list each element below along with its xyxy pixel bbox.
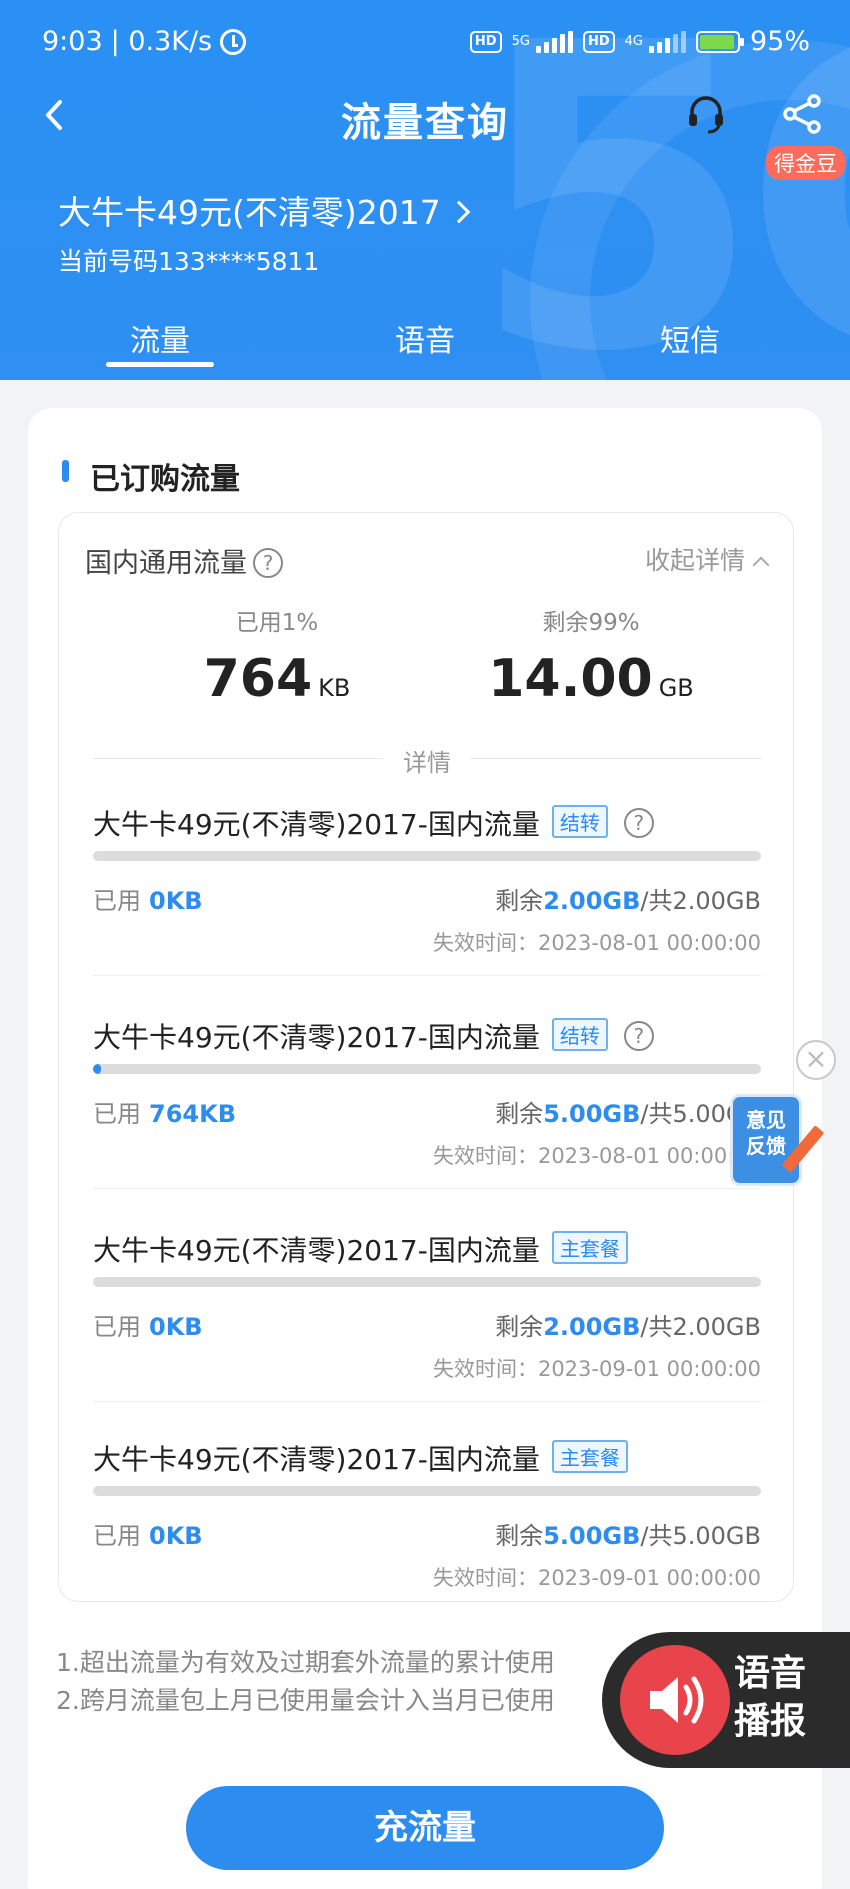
expire-time: 失效时间：2023-08-01 00:00:00 xyxy=(432,931,761,955)
usage-progress-bar xyxy=(93,1486,761,1496)
tab-data[interactable]: 流量 xyxy=(70,316,250,360)
domestic-data-panel: 国内通用流量? 收起详情 已用1% 764 KB 剩余99% 14.00 GB 详情… xyxy=(58,512,794,1602)
header: 5G 9:03 | 0.3K/s HD 5G HD 4G 95% 流量查询 xyxy=(0,0,850,380)
battery-percent: 95% xyxy=(749,26,810,57)
status-time: 9:03 xyxy=(42,26,103,57)
chevron-up-icon xyxy=(752,556,770,574)
usage-progress-bar xyxy=(93,1277,761,1287)
alarm-icon xyxy=(220,28,247,55)
used-amount: 已用 764KB xyxy=(93,1100,236,1128)
usage-progress-bar xyxy=(93,1064,761,1074)
remaining-amount: 剩余2.00GB/共2.00GB xyxy=(495,887,761,915)
list-item: 大牛卡49元(不清零)2017-国内流量 主套餐 已用 0KB 剩余2.00GB/共… xyxy=(93,1229,761,1402)
collapse-details-button[interactable]: 收起详情 xyxy=(645,541,770,577)
speaker-icon xyxy=(620,1645,730,1755)
status-speed: | 0.3K/s xyxy=(110,26,213,57)
tab-bar: 流量 语音 短信 xyxy=(0,310,850,370)
coin-badge[interactable]: 得金豆 xyxy=(766,146,845,180)
remaining-amount: 剩余5.00GB/共5.00GB xyxy=(495,1522,761,1550)
chevron-right-icon xyxy=(447,200,471,224)
list-item: 大牛卡49元(不清零)2017-国内流量 结转? 已用 764KB 剩余5.00GB… xyxy=(93,1016,761,1189)
plan-name[interactable]: 大牛卡49元(不清零)2017 xyxy=(58,186,471,234)
divider xyxy=(93,1188,761,1189)
remaining-value: 14.00 GB xyxy=(488,649,694,709)
expire-time: 失效时间：2023-09-01 00:00:00 xyxy=(432,1566,761,1590)
section-title: 已订购流量 xyxy=(90,462,240,497)
usage-progress-bar xyxy=(93,851,761,861)
notes: 1.超出流量为有效及过期套外流量的累计使用 2.跨月流量包上月已使用量会计入当月… xyxy=(56,1644,555,1720)
signal-icon xyxy=(535,30,573,53)
used-amount: 已用 0KB xyxy=(93,887,203,915)
active-tab-indicator xyxy=(106,362,214,367)
item-title: 大牛卡49元(不清零)2017-国内流量 xyxy=(93,1021,540,1054)
signal-icon xyxy=(648,30,686,53)
status-bar: 9:03 | 0.3K/s HD 5G HD 4G 95% xyxy=(0,22,850,66)
panel-title: 国内通用流量? xyxy=(85,541,283,580)
current-number: 当前号码133****5811 xyxy=(58,247,320,276)
recharge-data-button[interactable]: 充流量 xyxy=(186,1786,664,1870)
used-amount: 已用 0KB xyxy=(93,1313,203,1341)
details-label: 详情 xyxy=(403,749,451,777)
used-label: 已用1% xyxy=(235,610,319,636)
used-stat: 已用1% 764 KB xyxy=(127,603,427,709)
expire-time: 失效时间：2023-09-01 00:00:00 xyxy=(432,1357,761,1381)
feedback-button[interactable]: 意见 反馈 xyxy=(730,1094,825,1186)
tab-sms[interactable]: 短信 xyxy=(600,316,780,360)
item-title: 大牛卡49元(不清零)2017-国内流量 xyxy=(93,1443,540,1476)
network-type: 4G xyxy=(624,34,643,49)
carryover-tag: 结转 xyxy=(551,1018,608,1051)
remaining-stat: 剩余99% 14.00 GB xyxy=(441,603,741,709)
help-icon[interactable]: ? xyxy=(623,1021,654,1051)
customer-service-icon[interactable] xyxy=(684,92,728,136)
nav-bar: 流量查询 得金豆 xyxy=(0,80,850,180)
carryover-tag: 结转 xyxy=(551,805,608,838)
divider xyxy=(93,975,761,976)
remaining-label: 剩余99% xyxy=(542,610,640,636)
close-feedback-icon[interactable]: × xyxy=(796,1040,836,1080)
note-line: 2.跨月流量包上月已使用量会计入当月已使用 xyxy=(56,1686,555,1715)
list-item: 大牛卡49元(不清零)2017-国内流量 主套餐 已用 0KB 剩余5.00GB/共… xyxy=(93,1438,761,1590)
list-item: 大牛卡49元(不清零)2017-国内流量 结转? 已用 0KB 剩余2.00GB/共… xyxy=(93,803,761,976)
hd-badge: HD xyxy=(582,30,615,53)
used-value: 764 KB xyxy=(203,649,351,709)
voice-broadcast-button[interactable]: 语音 播报 xyxy=(602,1632,850,1768)
used-amount: 已用 0KB xyxy=(93,1522,203,1550)
tab-voice[interactable]: 语音 xyxy=(335,316,515,360)
item-title: 大牛卡49元(不清零)2017-国内流量 xyxy=(93,1234,540,1267)
remaining-amount: 剩余2.00GB/共2.00GB xyxy=(495,1313,761,1341)
share-icon[interactable] xyxy=(780,92,824,136)
item-title: 大牛卡49元(不清零)2017-国内流量 xyxy=(93,808,540,841)
voice-label: 播报 xyxy=(734,1701,807,1742)
help-icon[interactable]: ? xyxy=(253,548,283,578)
main-plan-tag: 主套餐 xyxy=(551,1231,628,1264)
remaining-amount: 剩余5.00GB/共5.00GB xyxy=(495,1100,761,1128)
note-line: 1.超出流量为有效及过期套外流量的累计使用 xyxy=(56,1648,555,1677)
help-icon[interactable]: ? xyxy=(623,808,654,838)
battery-icon xyxy=(695,30,744,53)
voice-label: 语音 xyxy=(734,1653,807,1694)
main-plan-tag: 主套餐 xyxy=(551,1440,628,1473)
section-marker xyxy=(62,460,69,482)
network-type: 5G xyxy=(511,34,530,49)
divider xyxy=(93,1401,761,1402)
hd-badge: HD xyxy=(469,30,502,53)
expire-time: 失效时间：2023-08-01 00:00:00 xyxy=(432,1144,761,1168)
